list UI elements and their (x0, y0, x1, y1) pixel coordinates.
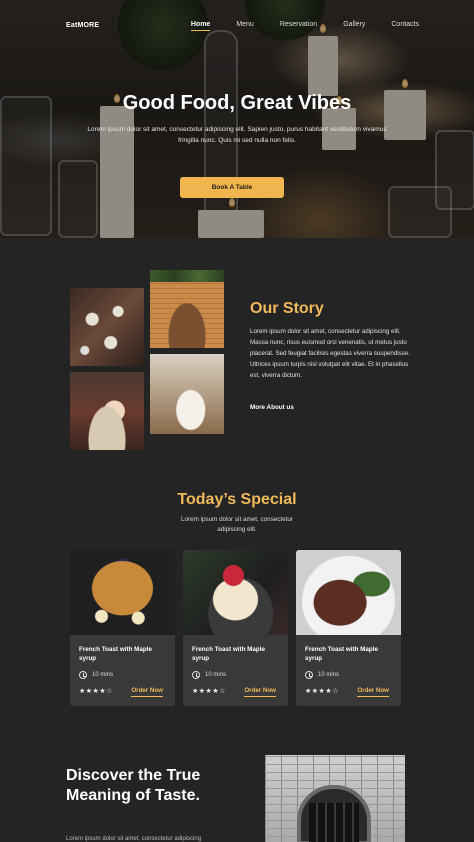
star-rating: ★★★★☆ (305, 687, 339, 695)
dish-image-french-toast (70, 550, 175, 635)
prep-time-text: 10 mins (205, 672, 227, 678)
hero-title: Good Food, Great Vibes (122, 92, 352, 114)
story-image-wine-bottles (70, 288, 144, 366)
special-card[interactable]: French Toast with Maple syrup 10 mins ★★… (296, 550, 401, 706)
story-image-dining-toast (70, 372, 144, 450)
hero-overlay (0, 0, 474, 238)
dish-prep-time: 10 mins (305, 671, 339, 679)
dish-name: French Toast with Maple syrup (305, 646, 379, 662)
clock-icon (192, 671, 200, 679)
story-title: Our Story (250, 300, 324, 317)
special-card[interactable]: French Toast with Maple syrup 10 mins ★★… (70, 550, 175, 706)
nav-link-home[interactable]: Home (190, 21, 211, 31)
dish-prep-time: 10 mins (192, 671, 226, 679)
dish-name: French Toast with Maple syrup (192, 646, 266, 662)
order-now-button[interactable]: Order Now (244, 687, 276, 697)
clock-icon (79, 671, 87, 679)
nav-link-contacts[interactable]: Contacts (391, 21, 419, 28)
brand-logo[interactable]: EatMORE (66, 22, 99, 29)
nav-link-reservation[interactable]: Reservation (280, 21, 317, 28)
clock-icon (305, 671, 313, 679)
order-now-button[interactable]: Order Now (357, 687, 389, 697)
star-rating: ★★★★☆ (79, 687, 113, 695)
hero-description: Lorem ipsum dolor sit amet, consectetur … (87, 126, 387, 144)
story-image-restaurant-interior (150, 270, 224, 348)
more-about-us-link[interactable]: More About us (250, 404, 294, 411)
window-decoration (309, 803, 359, 842)
brick-building-image (265, 755, 405, 842)
dish-prep-time: 10 mins (79, 671, 113, 679)
prep-time-text: 10 mins (92, 672, 114, 678)
order-now-button[interactable]: Order Now (131, 687, 163, 697)
story-description: Lorem ipsum dolor sit amet, consectetur … (250, 328, 410, 379)
nav-link-menu[interactable]: Menu (236, 21, 254, 28)
story-image-table-setting (150, 354, 224, 434)
discover-description: Lorem ipsum dolor sit amet, consectetur … (66, 836, 202, 842)
dish-name: French Toast with Maple syrup (79, 646, 153, 662)
book-table-button[interactable]: Book A Table (180, 177, 284, 198)
nav-link-gallery[interactable]: Gallery (343, 21, 365, 28)
dish-image-cake (183, 550, 288, 635)
discover-title: Discover the True Meaning of Taste. (66, 767, 201, 804)
hero-section: EatMORE Home Menu Reservation Gallery Co… (0, 0, 474, 238)
top-navigation: EatMORE Home Menu Reservation Gallery Co… (0, 18, 474, 34)
dish-image-steak (296, 550, 401, 635)
star-rating: ★★★★☆ (192, 687, 226, 695)
prep-time-text: 10 mins (318, 672, 340, 678)
nav-links: Home Menu Reservation Gallery Contacts (165, 21, 419, 31)
special-card[interactable]: French Toast with Maple syrup 10 mins ★★… (183, 550, 288, 706)
special-title: Today’s Special (177, 491, 297, 508)
special-subtitle: Lorem ipsum dolor sit amet, consectetur … (181, 516, 293, 533)
